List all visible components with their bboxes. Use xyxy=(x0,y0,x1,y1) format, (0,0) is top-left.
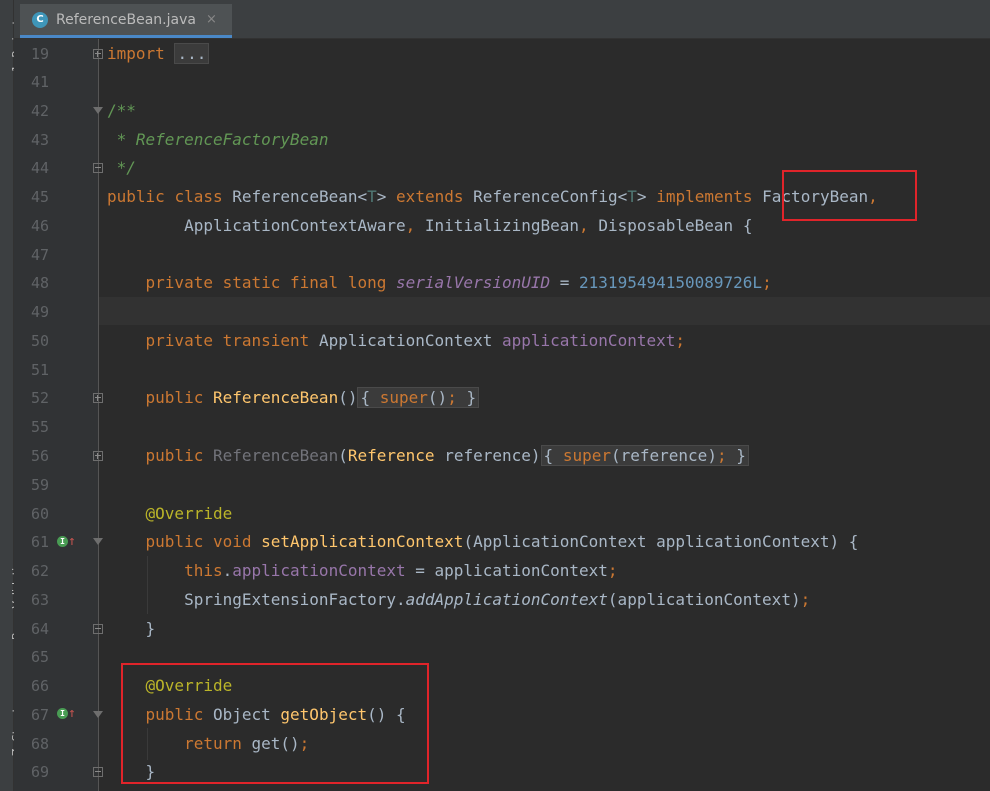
fold-end-icon[interactable] xyxy=(93,163,103,173)
highlight-box-factorybean xyxy=(782,170,917,221)
line-number: 48 xyxy=(30,274,49,292)
left-tool-strip: 1: Project Bean Validation Z: Structure xyxy=(0,0,23,791)
line-number: 47 xyxy=(30,246,49,264)
folded-imports[interactable]: ... xyxy=(174,43,210,64)
fold-collapse-icon[interactable] xyxy=(93,107,103,114)
line-number: 46 xyxy=(30,217,49,235)
line-number: 67 xyxy=(30,706,49,724)
bean-validation-tool-tab[interactable]: Bean Validation xyxy=(0,530,23,650)
line-number: 49 xyxy=(30,303,49,321)
line-number: 68 xyxy=(30,735,49,753)
line-number: 19 xyxy=(30,45,49,63)
current-line-highlight xyxy=(99,297,990,325)
line-number: 55 xyxy=(30,418,49,436)
line-number: 65 xyxy=(30,648,49,666)
fold-end-icon[interactable] xyxy=(93,624,103,634)
fold-collapse-icon[interactable] xyxy=(93,711,103,718)
line-number: 50 xyxy=(30,332,49,350)
code-line-64: } xyxy=(145,619,156,638)
code-line-52: public ReferenceBean(){ super(); } xyxy=(107,384,480,412)
code-line-43: * ReferenceFactoryBean xyxy=(107,130,329,149)
line-number: 61 xyxy=(30,533,49,551)
line-number: 66 xyxy=(30,677,49,695)
line-number: 64 xyxy=(30,620,49,638)
code-line-56: public ReferenceBean(Reference reference… xyxy=(107,442,749,470)
fold-expand-icon[interactable] xyxy=(93,49,103,59)
implements-method-icon[interactable]: I xyxy=(57,536,68,547)
line-number: 41 xyxy=(30,73,49,91)
line-number: 60 xyxy=(30,505,49,523)
code-line-61: public void setApplicationContext(Applic… xyxy=(145,532,859,551)
line-number: 42 xyxy=(30,102,49,120)
line-number: 43 xyxy=(30,131,49,149)
code-line-19: import ... xyxy=(107,40,210,68)
fold-expand-icon[interactable] xyxy=(93,451,103,461)
line-number: 56 xyxy=(30,447,49,465)
code-line-45: public class ReferenceBean<T> extends Re… xyxy=(107,187,878,206)
code-line-48: private static final long serialVersionU… xyxy=(145,273,772,292)
structure-tool-tab[interactable]: Z: Structure xyxy=(0,670,23,770)
implements-method-icon[interactable]: I xyxy=(57,708,68,719)
line-number: 63 xyxy=(30,591,49,609)
folded-constructor-body[interactable]: { super(); } xyxy=(357,387,480,408)
highlight-box-getobject xyxy=(121,663,429,784)
editor-tab-filename: ReferenceBean.java xyxy=(56,11,196,28)
java-class-icon: C xyxy=(32,11,48,28)
close-icon[interactable]: × xyxy=(206,12,217,27)
code-line-62: this.applicationContext = applicationCon… xyxy=(184,561,618,580)
project-tool-tab[interactable]: 1: Project xyxy=(0,0,23,90)
line-number: 45 xyxy=(30,188,49,206)
editor-tab-bar: C ReferenceBean.java × xyxy=(14,0,990,39)
folded-constructor-body[interactable]: { super(reference); } xyxy=(540,445,749,466)
line-number: 69 xyxy=(30,763,49,781)
code-line-46: ApplicationContextAware, InitializingBea… xyxy=(184,216,753,235)
line-number: 51 xyxy=(30,361,49,379)
arrow-up-icon: ↑ xyxy=(68,706,76,721)
arrow-up-icon: ↑ xyxy=(68,534,76,549)
code-line-50: private transient ApplicationContext app… xyxy=(145,331,685,350)
line-number: 52 xyxy=(30,389,49,407)
editor-tab-referencebean[interactable]: C ReferenceBean.java × xyxy=(20,4,232,38)
code-line-60: @Override xyxy=(145,504,233,523)
code-line-63: SpringExtensionFactory.addApplicationCon… xyxy=(184,590,811,609)
line-number: 62 xyxy=(30,562,49,580)
fold-end-icon[interactable] xyxy=(93,767,103,777)
fold-collapse-icon[interactable] xyxy=(93,538,103,545)
code-line-42: /** xyxy=(107,101,136,120)
line-number: 59 xyxy=(30,476,49,494)
code-line-44: */ xyxy=(107,158,136,177)
fold-expand-icon[interactable] xyxy=(93,393,103,403)
line-number: 44 xyxy=(30,159,49,177)
